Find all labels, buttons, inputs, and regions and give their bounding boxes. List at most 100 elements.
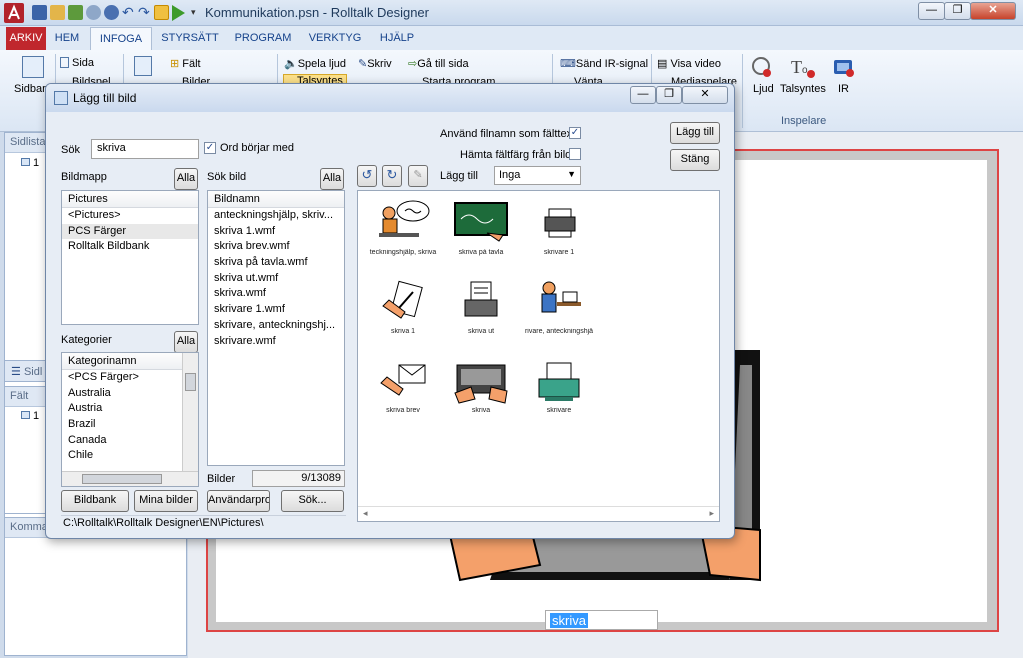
save-icon[interactable] — [32, 5, 47, 20]
tab-hjalp[interactable]: HJÄLP — [372, 27, 422, 50]
tab-infoga[interactable]: INFOGA — [90, 27, 152, 50]
list-item[interactable]: skrivare, anteckningshj... — [208, 318, 344, 334]
list-item[interactable]: skriva brev.wmf — [208, 239, 344, 255]
lagg-till-select[interactable]: Inga ▼ — [494, 166, 581, 185]
grid-icon[interactable] — [154, 5, 169, 20]
canvas-field-label[interactable]: skriva — [545, 610, 658, 630]
list-item[interactable]: Canada — [62, 433, 198, 449]
thumbnail-item[interactable]: skriva 1 — [363, 278, 443, 356]
dialog-maximize-button[interactable]: ❐ — [656, 86, 682, 104]
app-logo-icon[interactable] — [4, 3, 24, 23]
sok-dots-button[interactable]: Sök... — [281, 490, 344, 512]
list-item[interactable]: Brazil — [62, 417, 198, 433]
scroll-left-icon[interactable]: ◂ — [363, 508, 368, 519]
sida-button[interactable]: Sida — [60, 57, 94, 69]
hamta-faltfarg-checkbox[interactable] — [569, 148, 581, 160]
page-thumb-icon — [21, 158, 30, 166]
close-button[interactable]: ✕ — [970, 2, 1016, 20]
edit-image-button[interactable]: ✎ — [408, 165, 428, 187]
kategorier-alla-button[interactable]: Alla — [174, 331, 198, 353]
anvand-filnamn-checkbox[interactable]: ✓ — [569, 127, 581, 139]
back-icon[interactable] — [86, 5, 101, 20]
ga-till-sida-button[interactable]: ⇨Gå till sida — [408, 57, 469, 70]
list-item[interactable]: skrivare 1.wmf — [208, 302, 344, 318]
record-ir-icon[interactable] — [832, 55, 856, 79]
list-item[interactable]: Chile — [62, 448, 198, 464]
tab-hem[interactable]: HEM — [48, 27, 86, 50]
thumbnail-item[interactable]: skriva — [441, 357, 521, 435]
sand-ir-button[interactable]: ⌨Sänd IR-signal — [560, 57, 648, 70]
open-folder-icon[interactable] — [50, 5, 65, 20]
list-item[interactable]: skriva ut.wmf — [208, 271, 344, 287]
bildmapp-alla-button[interactable]: Alla — [174, 168, 198, 190]
record-sound-icon[interactable] — [752, 55, 774, 79]
bilder-count-value: 9/13089 — [301, 472, 341, 484]
sidbar-button[interactable]: Sidbar — [14, 83, 46, 95]
dialog-close-button[interactable]: ✕ — [682, 86, 728, 104]
grid-hscrollbar[interactable]: ◂ ▸ — [358, 506, 719, 521]
sidbar-icon[interactable] — [22, 56, 44, 78]
scroll-thumb[interactable] — [82, 474, 162, 484]
bildmapp-label: Bildmapp — [61, 171, 107, 183]
forward-icon[interactable] — [104, 5, 119, 20]
thumbnail-item[interactable]: skrivare 1 — [519, 199, 599, 277]
maximize-button[interactable]: ❐ — [944, 2, 971, 20]
hamta-faltfarg-label: Hämta fältfärg från bild — [460, 149, 572, 161]
list-item[interactable]: Australia — [62, 386, 198, 402]
list-item[interactable]: Rolltalk Bildbank — [62, 239, 198, 255]
list-item[interactable]: Austria — [62, 401, 198, 417]
falt-button[interactable]: ⊞ Fält — [170, 57, 201, 70]
ljud-button[interactable]: Ljud — [753, 83, 774, 95]
minimize-button[interactable]: — — [918, 2, 945, 20]
stang-button[interactable]: Stäng — [670, 149, 720, 171]
tab-program[interactable]: PROGRAM — [228, 27, 298, 50]
ord-borjar-med-checkbox[interactable]: ✓ — [204, 142, 216, 154]
list-item[interactable]: skriva 1.wmf — [208, 224, 344, 240]
thumbnail-item[interactable]: skrivare — [519, 357, 599, 435]
vertical-scrollbar[interactable] — [182, 353, 198, 471]
thumbnail-item[interactable]: rivare, anteckningshjä — [519, 278, 599, 356]
chalkboard-icon — [441, 199, 521, 247]
list-item[interactable]: skrivare.wmf — [208, 334, 344, 350]
tab-verktyg[interactable]: VERKTYG — [306, 27, 364, 50]
spela-ljud-button[interactable]: 🔈Spela ljud — [284, 57, 346, 70]
image-grid: teckningshjälp, skriva skriva på tavla skr… — [357, 190, 720, 522]
anvandarproc-button[interactable]: Användarproc — [207, 490, 270, 512]
mina-bilder-button[interactable]: Mina bilder — [134, 490, 198, 512]
rotate-left-button[interactable]: ↺ — [357, 165, 377, 187]
list-item[interactable]: PCS Färger — [62, 223, 198, 240]
thumbnail-item[interactable]: teckningshjälp, skriva — [363, 199, 443, 277]
goto-page-icon: ⇨ — [408, 58, 418, 70]
redo-icon[interactable]: ↷ — [138, 5, 153, 20]
bildbank-button[interactable]: Bildbank — [61, 490, 129, 512]
sok-bild-alla-button[interactable]: Alla — [320, 168, 344, 190]
list-item[interactable]: skriva.wmf — [208, 286, 344, 302]
refresh-icon[interactable] — [68, 5, 83, 20]
dialog-minimize-button[interactable]: — — [630, 86, 656, 104]
play-icon[interactable] — [172, 5, 185, 21]
horizontal-scrollbar[interactable] — [62, 471, 198, 486]
insert-field-icon[interactable] — [134, 56, 152, 76]
list-item[interactable]: skriva på tavla.wmf — [208, 255, 344, 271]
tab-styrsatt[interactable]: STYRSÄTT — [158, 27, 222, 50]
list-item[interactable]: <Pictures> — [62, 208, 198, 224]
page-icon — [60, 57, 69, 68]
list-item[interactable]: anteckningshjälp, skriv... — [208, 208, 344, 224]
rotate-right-button[interactable]: ↻ — [382, 165, 402, 187]
lagg-till-button[interactable]: Lägg till — [670, 122, 720, 144]
thumbnail-item[interactable]: skriva brev — [363, 357, 443, 435]
qat-dropdown-icon[interactable]: ▾ — [191, 7, 196, 18]
scroll-right-icon[interactable]: ▸ — [709, 508, 714, 519]
thumbnail-item[interactable]: skriva ut — [441, 278, 521, 356]
visa-video-button[interactable]: ▤ Visa video — [657, 57, 721, 70]
search-input[interactable]: skriva — [91, 139, 199, 159]
talsyntes-button[interactable]: Talsyntes — [780, 83, 826, 95]
thumbnail-item[interactable]: skriva på tavla — [441, 199, 521, 277]
ir-button[interactable]: IR — [838, 83, 849, 95]
record-tts-icon[interactable]: To — [790, 55, 816, 79]
undo-icon[interactable]: ↶ — [122, 5, 137, 20]
scroll-thumb[interactable] — [185, 373, 196, 391]
skriv-button[interactable]: ✎Skriv — [358, 57, 392, 70]
list-item[interactable]: <PCS Färger> — [62, 370, 198, 386]
tab-arkiv[interactable]: ARKIV — [6, 27, 46, 50]
